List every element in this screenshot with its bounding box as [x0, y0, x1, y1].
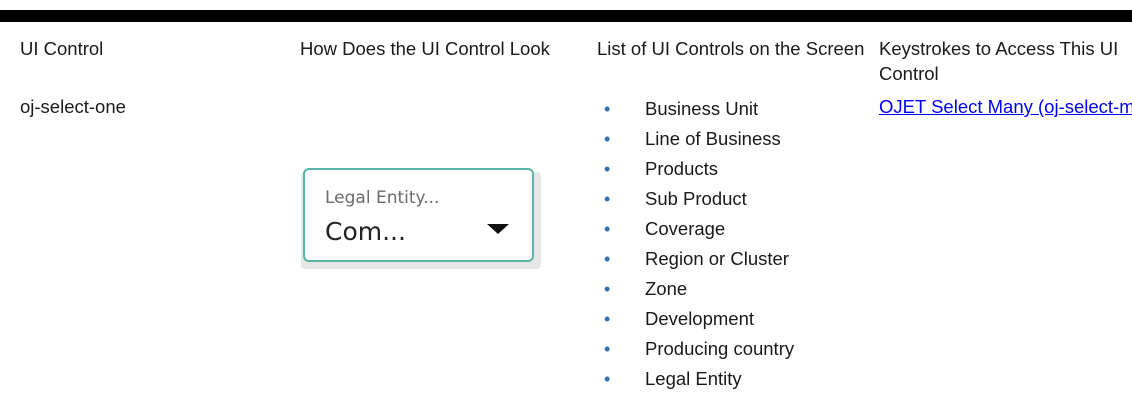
- header-keystrokes: Keystrokes to Access This UI Control: [879, 38, 1119, 84]
- top-rule: [0, 10, 1132, 22]
- keystrokes-cell: OJET Select Many (oj-select-many): [879, 86, 1132, 394]
- table-row: oj-select-one Business Unit Line of Busi…: [0, 86, 1132, 394]
- list-item: Business Unit: [597, 94, 879, 124]
- control-list-cell: Business Unit Line of Business Products …: [577, 86, 879, 394]
- list-item: Legal Entity: [597, 364, 879, 394]
- list-item: Sub Product: [597, 184, 879, 214]
- list-item: Coverage: [597, 214, 879, 244]
- list-item: Producing country: [597, 334, 879, 364]
- header-how-look: How Does the UI Control Look: [300, 38, 550, 59]
- table-header-row: UI Control How Does the UI Control Look …: [0, 28, 1132, 86]
- ui-controls-list: Business Unit Line of Business Products …: [597, 94, 879, 394]
- list-item: Development: [597, 304, 879, 334]
- ui-controls-table: UI Control How Does the UI Control Look …: [0, 28, 1132, 394]
- list-item: Zone: [597, 274, 879, 304]
- legal-entity-select: Legal Entity... Com...: [303, 168, 534, 262]
- chevron-down-icon: [487, 224, 509, 234]
- select-one-preview-image: Legal Entity... Com...: [297, 166, 543, 270]
- ojet-select-many-link[interactable]: OJET Select Many (oj-select-many): [879, 96, 1132, 117]
- list-item: Line of Business: [597, 124, 879, 154]
- control-name-cell: oj-select-one: [20, 96, 126, 117]
- list-item: Region or Cluster: [597, 244, 879, 274]
- header-list-controls: List of UI Controls on the Screen: [597, 38, 865, 59]
- select-value: Com...: [325, 217, 406, 246]
- select-label: Legal Entity...: [325, 188, 440, 208]
- list-item: Products: [597, 154, 879, 184]
- header-ui-control: UI Control: [20, 38, 104, 59]
